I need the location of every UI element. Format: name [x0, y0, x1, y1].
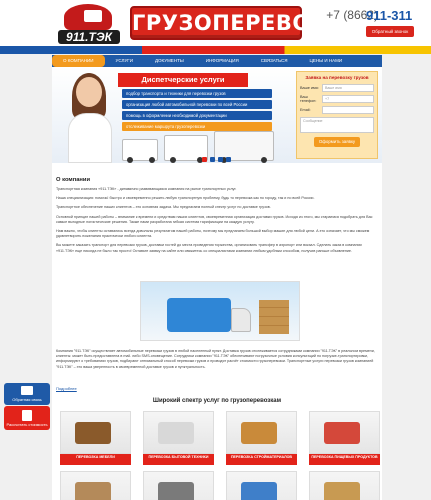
operator-photo	[66, 73, 112, 163]
services-grid: ПЕРЕВОЗКА МЕБЕЛИ ПЕРЕВОЗКА БЫТОВОЙ ТЕХНИ…	[60, 411, 380, 500]
services-heading: Широкий спектр услуг по грузоперевозкам	[152, 398, 282, 404]
envelope-icon	[21, 386, 33, 395]
service-card[interactable]: ПЕРЕВОЗКА БЫТОВОЙ ТЕХНИКИ	[143, 411, 214, 465]
calculator-icon	[22, 410, 32, 421]
phone-number[interactable]: 911-311	[366, 8, 412, 23]
email-input[interactable]	[322, 106, 374, 114]
banner-feature: помощь в оформлении необходимой документ…	[122, 111, 272, 120]
about-paragraph: Вы можете заказать транспорт для перевоз…	[56, 243, 362, 253]
callback-button[interactable]: Обратный звонок	[366, 26, 414, 37]
cost-calculator-widget[interactable]: Рассчитать стоимость	[4, 406, 50, 430]
building-materials-image	[226, 411, 297, 454]
banner-slider-dots	[202, 157, 231, 162]
company-logo[interactable]: 911.ТЭК	[58, 4, 120, 46]
nav-item-prices[interactable]: ЦЕНЫ И НАМИ	[299, 55, 354, 67]
slider-dot[interactable]	[218, 157, 223, 162]
service-label: ПЕРЕВОЗКА БЫТОВОЙ ТЕХНИКИ	[143, 454, 214, 465]
about-paragraph: Основной принцип нашей работы – внимание…	[56, 214, 373, 224]
banner-ribbon: Диспетчерские услуги	[118, 73, 248, 87]
phone-label: Ваш телефон:	[300, 95, 317, 103]
nav-item-about[interactable]: О КОМПАНИИ	[52, 55, 105, 67]
service-card[interactable]	[60, 471, 131, 500]
site-header: 911.ТЭК ГРУЗОПЕРЕВОЗКИ +7 (8662) 911-311…	[0, 0, 431, 50]
service-card[interactable]: ПЕРЕВОЗКА СТРОЙМАТЕРИАЛОВ	[226, 411, 297, 465]
service-label: ПЕРЕВОЗКА МЕБЕЛИ	[60, 454, 131, 465]
about-paragraph: Нам важно, чтобы клиенты оставались всег…	[56, 229, 370, 239]
calc-label: Рассчитать стоимость	[6, 422, 48, 427]
main-content: Диспетчерские услуги подбор транспорта и…	[52, 67, 382, 500]
about-paragraph: Транспортная компания «911.ТЭК» - динами…	[56, 187, 237, 191]
slider-dot[interactable]	[210, 157, 215, 162]
promo-banner: Диспетчерские услуги подбор транспорта и…	[52, 67, 382, 163]
name-label: Ваше имя:	[300, 86, 319, 90]
appliances-image	[143, 411, 214, 454]
service-card[interactable]: ПЕРЕВОЗКА МЕБЕЛИ	[60, 411, 131, 465]
service-image	[60, 471, 131, 500]
banner-feature: организация любой автомобильной перевозк…	[122, 100, 272, 109]
name-input[interactable]: Ваше имя	[322, 84, 374, 92]
order-form-title: Заявка на перевозку грузов	[305, 75, 369, 80]
banner-trucks-image	[122, 127, 282, 163]
order-form: Заявка на перевозку грузов Ваше имя: Ваш…	[296, 71, 378, 159]
nav-item-services[interactable]: УСЛУГИ	[105, 55, 144, 67]
slider-dot[interactable]	[202, 157, 207, 162]
truck-logo-icon	[64, 4, 112, 30]
banner-feature: подбор транспорта и техники для перевозк…	[122, 89, 272, 98]
slider-dot[interactable]	[226, 157, 231, 162]
delivery-van-photo	[140, 281, 300, 341]
logo-text: 911.ТЭК	[58, 30, 120, 44]
about-paragraph: Наша специализация: помочь! быстро и сво…	[56, 196, 315, 201]
service-card[interactable]	[309, 471, 380, 500]
furniture-image	[60, 411, 131, 454]
email-label: Email:	[300, 108, 311, 112]
nav-item-documents[interactable]: ДОКУМЕНТЫ	[144, 55, 195, 67]
phone-input[interactable]: +7	[322, 95, 374, 103]
about-text-extra: Компания "911.ТЭК" осуществляет автомоби…	[56, 349, 378, 374]
about-paragraph: Компания "911.ТЭК" осуществляет автомоби…	[56, 349, 375, 369]
header-color-stripe	[0, 46, 431, 54]
message-textarea[interactable]: Сообщение	[300, 117, 374, 133]
nav-item-info[interactable]: ИНФОРМАЦИЯ	[195, 55, 250, 67]
more-link[interactable]: Подробнее	[56, 386, 77, 391]
submit-order-button[interactable]: Оформить заявку	[314, 137, 360, 147]
service-image	[143, 471, 214, 500]
food-products-image	[309, 411, 380, 454]
about-paragraph: Транспортное обеспечение наших клиентов …	[56, 205, 271, 210]
feedback-label: Обратная связь	[12, 397, 42, 402]
service-card[interactable]	[226, 471, 297, 500]
about-heading: О компании	[56, 177, 91, 183]
nav-item-contact[interactable]: СВЯЗАТЬСЯ	[250, 55, 299, 67]
service-card[interactable]	[143, 471, 214, 500]
service-label: ПЕРЕВОЗКА ПИЩЕВЫХ ПРОДУКТОВ	[309, 454, 380, 465]
site-title: ГРУЗОПЕРЕВОЗКИ	[130, 6, 361, 40]
main-nav: О КОМПАНИИ УСЛУГИ ДОКУМЕНТЫ ИНФОРМАЦИЯ С…	[52, 55, 382, 67]
phone-block: +7 (8662) 911-311 Обратный звонок	[318, 4, 428, 46]
service-label: ПЕРЕВОЗКА СТРОЙМАТЕРИАЛОВ	[226, 454, 297, 465]
about-text: Транспортная компания «911.ТЭК» - динами…	[56, 187, 378, 258]
service-image	[309, 471, 380, 500]
service-card[interactable]: ПЕРЕВОЗКА ПИЩЕВЫХ ПРОДУКТОВ	[309, 411, 380, 465]
feedback-widget[interactable]: Обратная связь	[4, 383, 50, 405]
service-image	[226, 471, 297, 500]
